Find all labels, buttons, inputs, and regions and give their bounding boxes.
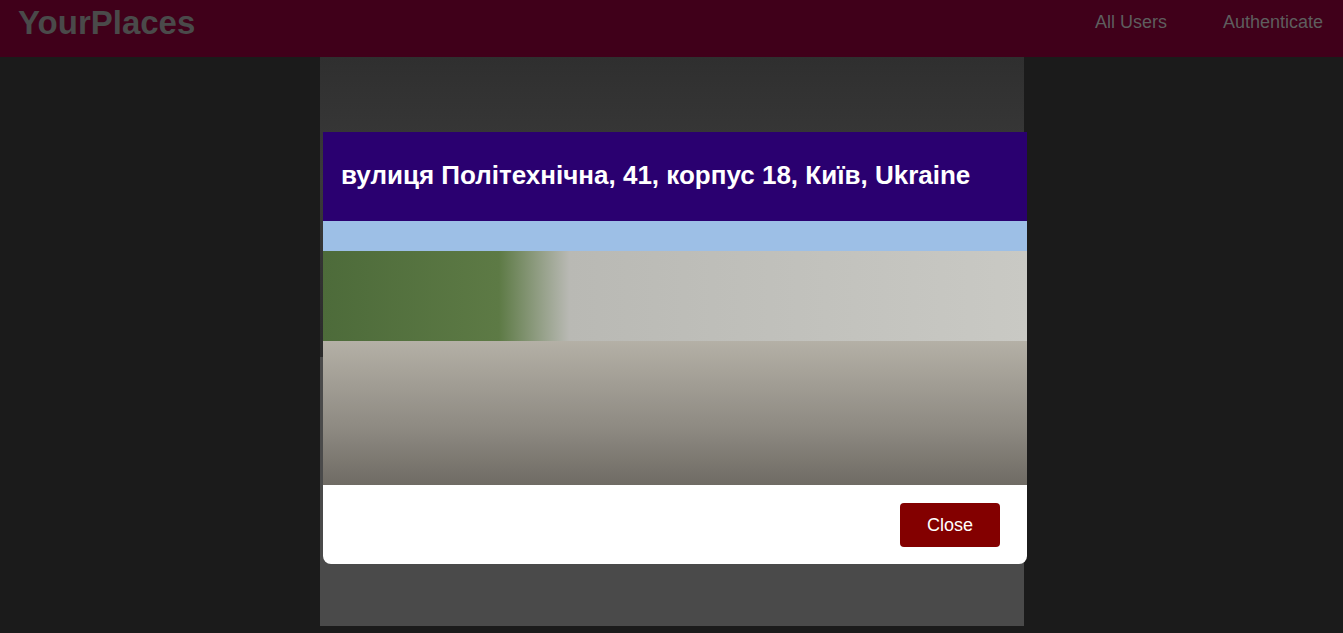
logo[interactable]: YourPlaces — [18, 4, 195, 42]
nav-link[interactable]: All Users — [1085, 12, 1177, 33]
map-modal: вулиця Політехнічна, 41, корпус 18, Київ… — [323, 132, 1027, 564]
street-view-map[interactable] — [323, 221, 1027, 485]
modal-header: вулиця Політехнічна, 41, корпус 18, Київ… — [323, 132, 1027, 221]
modal-title: вулиця Політехнічна, 41, корпус 18, Київ… — [341, 158, 1009, 192]
close-button[interactable]: Close — [900, 503, 1000, 547]
nav-link[interactable]: Authenticate — [1213, 12, 1333, 33]
main-header: YourPlaces All Users Authenticate — [0, 0, 1343, 57]
nav-links: All Users Authenticate — [1085, 12, 1333, 33]
modal-footer: Close — [323, 485, 1027, 564]
page: YourPlaces All Users Authenticate вулиця … — [0, 0, 1343, 633]
